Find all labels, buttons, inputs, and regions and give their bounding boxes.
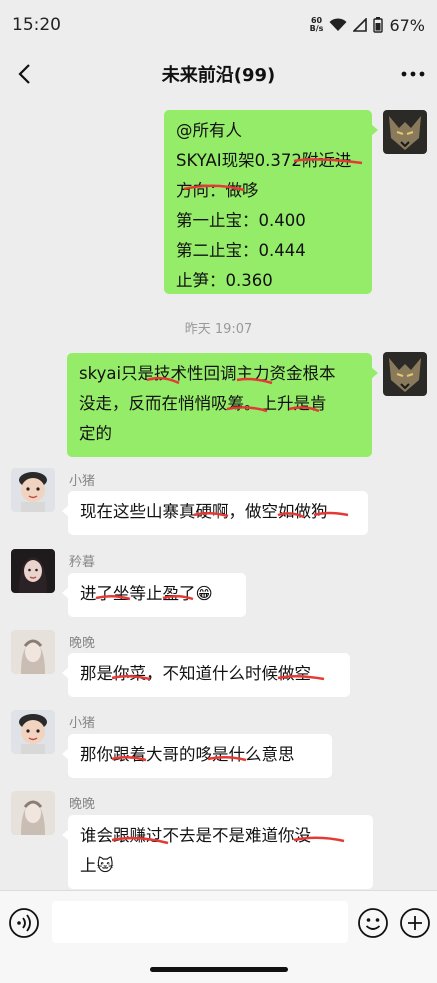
status-icons: 60 B/s 67% xyxy=(310,16,425,35)
chat-messages[interactable]: @所有人 SKYAI现架0.372附近进 方向：做哆 第一止宝：0.400 第二… xyxy=(0,100,437,890)
avatar-self[interactable] xyxy=(383,352,427,396)
message-bubble[interactable]: @所有人 SKYAI现架0.372附近进 方向：做哆 第一止宝：0.400 第二… xyxy=(164,110,378,294)
signal-icon xyxy=(353,18,368,32)
sender-name: 晚晚 xyxy=(69,636,96,651)
redaction-marks xyxy=(146,376,320,413)
message-input[interactable] xyxy=(52,901,348,943)
avatar-xiaozhu[interactable] xyxy=(11,710,55,754)
message-bubble[interactable]: 谁会跟赚过不去是不是难道你没 上🐱 xyxy=(62,815,373,889)
status-time: 15:20 xyxy=(12,15,61,35)
message-bubble[interactable]: 那是你菜，不知道什么时候做空 xyxy=(62,653,350,697)
avatar-wanwan[interactable] xyxy=(11,630,55,674)
wifi-icon xyxy=(329,18,347,31)
redaction-marks xyxy=(111,756,247,762)
status-bar: 15:20 60 B/s 67% xyxy=(0,0,437,50)
net-speed: 60 B/s xyxy=(309,16,324,33)
home-indicator[interactable] xyxy=(150,967,288,972)
sender-name: 矜暮 xyxy=(69,555,96,570)
avatar-xiaozhu[interactable] xyxy=(11,468,55,512)
message-bubble[interactable]: 进了坐等止盈了😁 xyxy=(62,573,246,617)
avatar-self[interactable] xyxy=(383,110,427,154)
voice-icon[interactable] xyxy=(8,907,40,939)
battery-icon xyxy=(373,17,384,33)
message-bubble[interactable]: 那你跟着大哥的哆是什么意思 xyxy=(62,734,332,778)
sender-name: 晚晚 xyxy=(69,797,96,812)
chat-title: 未来前沿(99) xyxy=(161,65,276,86)
message-bubble[interactable]: 现在这些山寨真硬啊，做空如做狗 xyxy=(62,491,368,535)
redaction-marks xyxy=(193,511,349,519)
battery-percent: 67% xyxy=(389,15,425,35)
redaction-marks xyxy=(183,158,363,192)
redaction-marks xyxy=(95,595,194,601)
chat-header: 未来前沿(99) xyxy=(0,50,437,98)
sender-name: 小猪 xyxy=(69,716,96,731)
avatar-wanwan[interactable] xyxy=(11,791,55,835)
chevron-left-icon[interactable] xyxy=(12,60,40,88)
redaction-marks xyxy=(111,836,345,845)
plus-icon[interactable] xyxy=(399,907,431,939)
message-bubble[interactable]: skyai只是技术性回调主力资金根本 没走，反而在悄悄吸筹。上升是肯 定的 xyxy=(67,353,378,457)
emoji-icon[interactable] xyxy=(357,907,389,939)
avatar-jinmu[interactable] xyxy=(11,549,55,593)
redaction-marks xyxy=(111,675,325,681)
sender-name: 小猪 xyxy=(69,474,96,489)
more-dots-icon[interactable] xyxy=(399,60,427,88)
chat-timestamp: 昨天 19:07 xyxy=(184,322,253,337)
